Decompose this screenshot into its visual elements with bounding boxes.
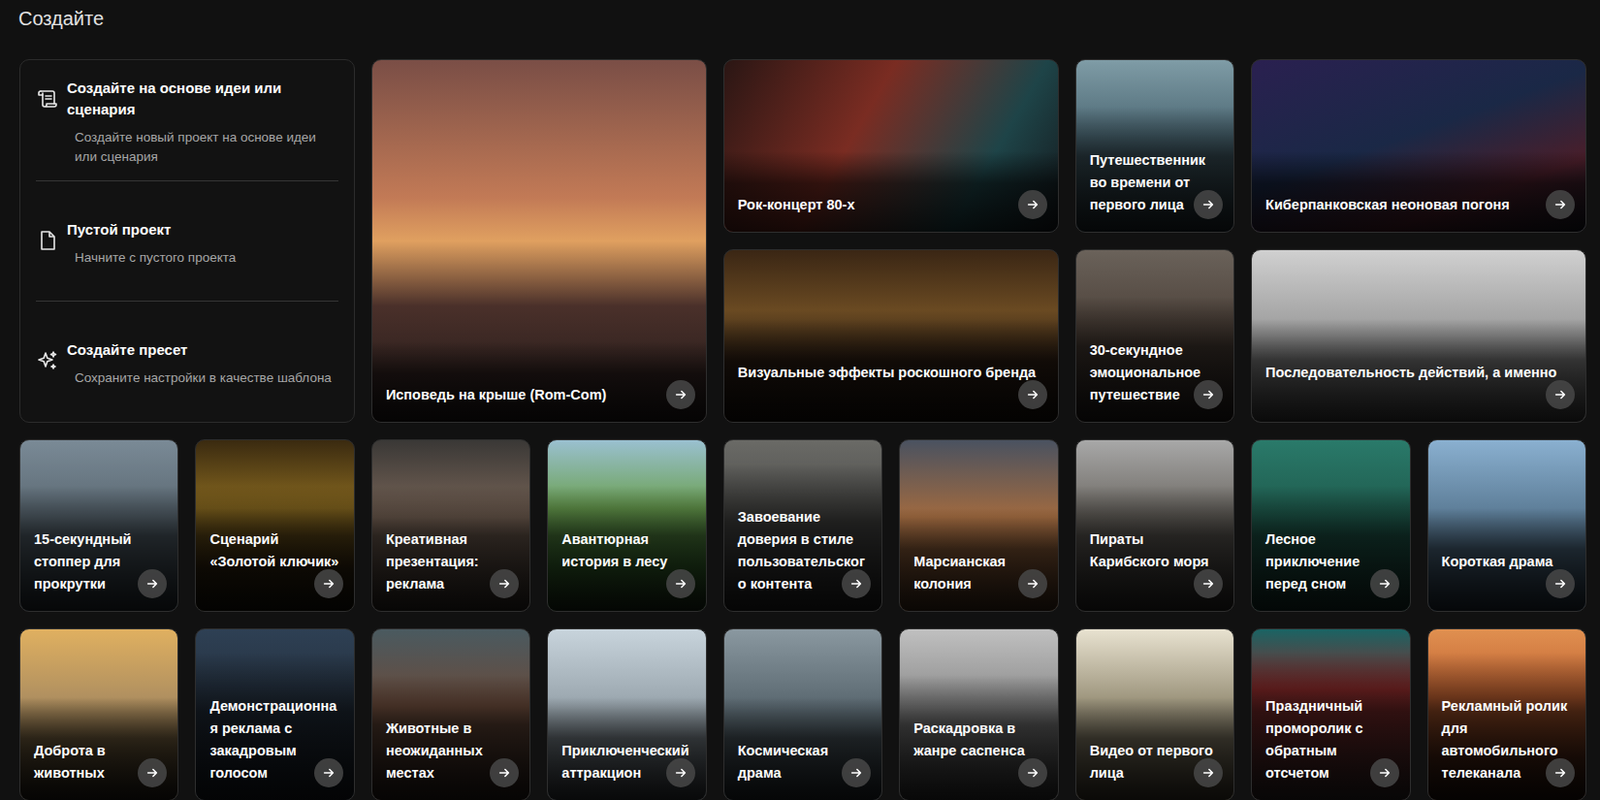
- open-template-button[interactable]: [1545, 190, 1575, 220]
- template-card[interactable]: Короткая драма: [1427, 439, 1587, 612]
- template-card[interactable]: Путешественник во времени от первого лиц…: [1075, 59, 1235, 233]
- arrow-right-icon: [1025, 197, 1040, 212]
- open-template-button[interactable]: [1193, 380, 1223, 410]
- template-card[interactable]: Авантюрная история в лесу: [546, 439, 706, 612]
- arrow-right-icon: [145, 766, 160, 780]
- template-caption: Киберпанковская неоновая погоня: [1251, 151, 1586, 232]
- template-card[interactable]: Исповедь на крыше (Rom-Com): [371, 59, 707, 423]
- template-title: Киберпанковская неоновая погоня: [1265, 193, 1576, 217]
- page-heading: Создайте: [0, 0, 1600, 32]
- open-template-button[interactable]: [1545, 380, 1575, 410]
- template-caption: Последовательность действий, а именно: [1251, 319, 1586, 422]
- open-template-button[interactable]: [1545, 758, 1575, 788]
- arrow-right-icon: [497, 766, 512, 780]
- arrow-right-icon: [673, 387, 688, 402]
- open-template-button[interactable]: [314, 758, 344, 788]
- create-page: Создайте Создайте на основе идеи или сцен…: [0, 0, 1600, 800]
- template-card[interactable]: Космическая драма: [723, 628, 883, 800]
- arrow-right-icon: [1553, 766, 1568, 780]
- action-title: Пустой проект: [66, 219, 236, 241]
- sparkle-icon: [35, 349, 60, 373]
- create-action[interactable]: Создайте пресет Сохраните настройки в кач…: [35, 300, 339, 422]
- action-description: Начните с пустого проекта: [66, 248, 236, 268]
- open-template-button[interactable]: [666, 569, 696, 599]
- create-actions-panel: Создайте на основе идеи или сценария Созд…: [19, 59, 355, 423]
- arrow-right-icon: [1025, 766, 1040, 780]
- open-template-button[interactable]: [666, 380, 696, 410]
- template-caption: Исповедь на крыше (Rom-Com): [372, 341, 706, 422]
- open-template-button[interactable]: [1018, 758, 1048, 788]
- template-card[interactable]: Праздничный проморолик с обратным отсчет…: [1250, 628, 1410, 800]
- template-caption: Рок-концерт 80-х: [724, 151, 1058, 232]
- template-card[interactable]: Демонстрационная реклама с закадровым го…: [194, 628, 354, 800]
- template-card[interactable]: Визуальные эффекты роскошного бренда: [723, 249, 1059, 423]
- action-title: Создайте на основе идеи или сценария: [66, 77, 339, 121]
- create-action[interactable]: Создайте на основе идеи или сценария Созд…: [35, 60, 339, 181]
- arrow-right-icon: [673, 576, 688, 591]
- arrow-right-icon: [1201, 576, 1216, 591]
- arrow-right-icon: [1025, 387, 1040, 402]
- script-icon: [35, 87, 60, 111]
- arrow-right-icon: [1553, 197, 1568, 212]
- open-template-button[interactable]: [1018, 569, 1048, 599]
- template-card[interactable]: Киберпанковская неоновая погоня: [1250, 59, 1587, 233]
- action-description: Сохраните настройки в качестве шаблона: [66, 368, 332, 388]
- action-title: Создайте пресет: [66, 339, 332, 361]
- template-card[interactable]: Сценарий «Золотой ключик»: [194, 439, 354, 612]
- open-template-button[interactable]: [1193, 190, 1223, 220]
- template-card[interactable]: Лесное приключение перед сном: [1250, 439, 1410, 612]
- template-title: Последовательность действий, а именно: [1265, 361, 1576, 407]
- arrow-right-icon: [849, 576, 864, 591]
- open-template-button[interactable]: [1018, 190, 1048, 220]
- open-template-button[interactable]: [666, 758, 696, 788]
- template-card[interactable]: Раскадровка в жанре саспенса: [898, 628, 1058, 800]
- template-grid: Создайте на основе идеи или сценария Созд…: [0, 59, 1600, 800]
- arrow-right-icon: [321, 766, 336, 780]
- template-card[interactable]: Рок-концерт 80-х: [723, 59, 1059, 233]
- template-card[interactable]: Завоевание доверия в стиле пользовательс…: [723, 439, 883, 612]
- template-caption: Визуальные эффекты роскошного бренда: [724, 319, 1058, 422]
- template-title: Рок-концерт 80-х: [737, 193, 1049, 217]
- template-card[interactable]: Рекламный ролик для автомобильного телек…: [1427, 628, 1587, 800]
- template-card[interactable]: Креативная презентация: реклама: [371, 439, 531, 612]
- open-template-button[interactable]: [1545, 569, 1575, 599]
- create-action[interactable]: Пустой проект Начните с пустого проекта: [35, 180, 339, 302]
- arrow-right-icon: [145, 576, 160, 591]
- action-description: Создайте новый проект на основе идеи или…: [66, 128, 339, 167]
- arrow-right-icon: [1201, 766, 1216, 780]
- template-title: Исповедь на крыше (Rom-Com): [385, 384, 697, 407]
- template-card[interactable]: Марсианская колония: [898, 439, 1058, 612]
- arrow-right-icon: [1377, 766, 1392, 780]
- arrow-right-icon: [321, 576, 336, 591]
- arrow-right-icon: [673, 766, 688, 780]
- open-template-button[interactable]: [1193, 758, 1223, 788]
- arrow-right-icon: [497, 576, 512, 591]
- template-card[interactable]: Последовательность действий, а именно: [1250, 249, 1587, 423]
- template-card[interactable]: Доброта в животных: [19, 628, 179, 800]
- template-card[interactable]: Видео от первого лица: [1075, 628, 1235, 800]
- arrow-right-icon: [1201, 387, 1216, 402]
- template-card[interactable]: Приключенческий аттракцион: [546, 628, 706, 800]
- open-template-button[interactable]: [1193, 569, 1223, 599]
- template-card[interactable]: 30-секундное эмоциональное путешествие: [1075, 249, 1235, 423]
- template-title: Визуальные эффекты роскошного бренда: [737, 361, 1049, 407]
- template-card[interactable]: Животные в неожиданных местах: [371, 628, 531, 800]
- arrow-right-icon: [1201, 197, 1216, 212]
- template-card[interactable]: Пираты Карибского моря: [1075, 439, 1235, 612]
- open-template-button[interactable]: [1370, 569, 1400, 599]
- arrow-right-icon: [1553, 387, 1568, 402]
- template-card[interactable]: 15-секундный стоппер для прокрутки: [19, 439, 179, 612]
- open-template-button[interactable]: [1018, 380, 1048, 410]
- open-template-button[interactable]: [314, 569, 344, 599]
- arrow-right-icon: [849, 766, 864, 780]
- arrow-right-icon: [1553, 576, 1568, 591]
- open-template-button[interactable]: [1370, 758, 1400, 788]
- arrow-right-icon: [1025, 576, 1040, 591]
- arrow-right-icon: [1377, 576, 1392, 591]
- file-icon: [35, 228, 60, 253]
